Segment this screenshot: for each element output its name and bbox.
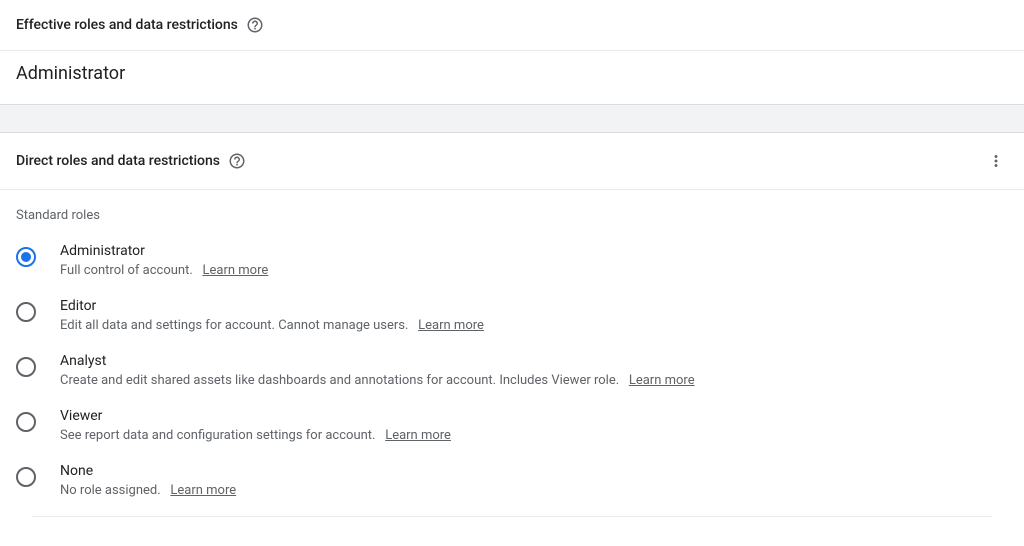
role-desc: Create and edit shared assets like dashb… (60, 373, 1008, 388)
role-name: None (60, 463, 1008, 479)
effective-roles-header: Effective roles and data restrictions (0, 0, 1024, 50)
role-name: Administrator (60, 243, 1008, 259)
role-name: Editor (60, 298, 1008, 314)
learn-more-link[interactable]: Learn more (385, 428, 451, 443)
role-desc: Edit all data and settings for account. … (60, 318, 1008, 333)
help-icon[interactable] (228, 152, 246, 170)
role-name: Viewer (60, 408, 1008, 424)
radio-analyst[interactable] (16, 357, 36, 377)
radio-editor[interactable] (16, 302, 36, 322)
radio-viewer[interactable] (16, 412, 36, 432)
role-option-analyst[interactable]: Analyst Create and edit shared assets li… (16, 343, 1008, 398)
help-icon[interactable] (246, 16, 264, 34)
current-effective-role: Administrator (0, 51, 1024, 105)
direct-roles-header: Direct roles and data restrictions (0, 133, 1024, 190)
role-option-editor[interactable]: Editor Edit all data and settings for ac… (16, 288, 1008, 343)
learn-more-link[interactable]: Learn more (629, 373, 695, 388)
section-spacer (0, 105, 1024, 133)
role-desc: No role assigned. Learn more (60, 483, 1008, 498)
role-desc: See report data and configuration settin… (60, 428, 1008, 443)
role-option-none[interactable]: None No role assigned. Learn more (16, 453, 1008, 508)
divider (32, 516, 992, 517)
learn-more-link[interactable]: Learn more (418, 318, 484, 333)
direct-roles-title: Direct roles and data restrictions (16, 153, 220, 169)
role-name: Analyst (60, 353, 1008, 369)
standard-roles-label: Standard roles (0, 190, 1024, 233)
role-desc: Full control of account. Learn more (60, 263, 1008, 278)
radio-none[interactable] (16, 467, 36, 487)
role-option-administrator[interactable]: Administrator Full control of account. L… (16, 233, 1008, 288)
more-menu-button[interactable] (984, 149, 1008, 173)
learn-more-link[interactable]: Learn more (170, 483, 236, 498)
role-list: Administrator Full control of account. L… (0, 233, 1024, 533)
radio-administrator[interactable] (16, 247, 36, 267)
effective-roles-title: Effective roles and data restrictions (16, 17, 238, 33)
role-option-viewer[interactable]: Viewer See report data and configuration… (16, 398, 1008, 453)
learn-more-link[interactable]: Learn more (202, 263, 268, 278)
